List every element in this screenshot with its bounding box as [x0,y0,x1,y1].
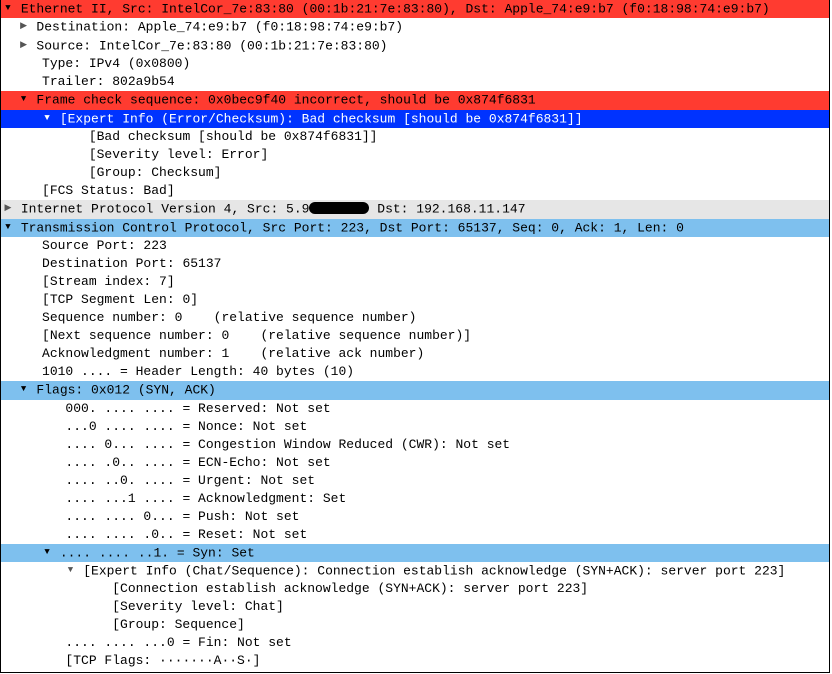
syn-expert-2: [Severity level: Chat] [112,599,284,614]
eth-type: Type: IPv4 (0x0800) [42,56,190,71]
flag-cwr-row[interactable]: .... 0... .... = Congestion Window Reduc… [1,436,829,454]
flag-reset-row[interactable]: .... .... .0.. = Reset: Not set [1,526,829,544]
flag-syn-row[interactable]: ▼ .... .... ..1. = Syn: Set [1,544,829,562]
tcp-seq: Sequence number: 0 (relative sequence nu… [42,310,416,325]
tcp-flags-header: Flags: 0x012 (SYN, ACK) [36,383,215,398]
eth-expert-1: [Bad checksum [should be 0x874f6831]] [89,129,378,144]
disclosure-down-icon[interactable]: ▼ [3,218,13,236]
eth-trailer: Trailer: 802a9b54 [42,74,175,89]
flag-reserved-row[interactable]: 000. .... .... = Reserved: Not set [1,400,829,418]
ip-header-row[interactable]: ▶ Internet Protocol Version 4, Src: 5.9 … [1,200,829,218]
eth-expert-header-row[interactable]: ▼ [Expert Info (Error/Checksum): Bad che… [1,110,829,128]
flag-fin-row[interactable]: .... .... ...0 = Fin: Not set [1,634,829,652]
eth-fcs-status: [FCS Status: Bad] [42,183,175,198]
syn-expert-header-row[interactable]: ▼ [Expert Info (Chat/Sequence): Connecti… [1,562,829,580]
flag-urg-row[interactable]: .... ..0. .... = Urgent: Not set [1,472,829,490]
tcp-srcport-row[interactable]: Source Port: 223 [1,237,829,255]
flag-urg: .... ..0. .... = Urgent: Not set [65,473,315,488]
tcp-ack: Acknowledgment number: 1 (relative ack n… [42,346,424,361]
tcp-stream: [Stream index: 7] [42,274,175,289]
syn-expert-1-row[interactable]: [Connection establish acknowledge (SYN+A… [1,580,829,598]
flag-reset: .... .... .0.. = Reset: Not set [65,527,307,542]
flag-reserved: 000. .... .... = Reserved: Not set [65,401,330,416]
eth-trailer-row[interactable]: Trailer: 802a9b54 [1,73,829,91]
syn-expert-3: [Group: Sequence] [112,617,245,632]
flag-ecn-row[interactable]: .... .0.. .... = ECN-Echo: Not set [1,454,829,472]
disclosure-down-icon[interactable]: ▼ [19,380,29,398]
eth-type-row[interactable]: Type: IPv4 (0x0800) [1,55,829,73]
tcp-flags-str: [TCP Flags: ·······A··S·] [65,653,260,668]
flag-nonce: ...0 .... .... = Nonce: Not set [65,419,307,434]
eth-dst-row[interactable]: ▶ Destination: Apple_74:e9:b7 (f0:18:98:… [1,18,829,36]
eth-header-row[interactable]: ▼ Ethernet II, Src: IntelCor_7e:83:80 (0… [1,0,829,18]
syn-expert-1: [Connection establish acknowledge (SYN+A… [112,581,588,596]
tcp-stream-row[interactable]: [Stream index: 7] [1,273,829,291]
tcp-hlen-row[interactable]: 1010 .... = Header Length: 40 bytes (10) [1,363,829,381]
ip-header-post: Dst: 192.168.11.147 [369,202,525,217]
tcp-dstport-row[interactable]: Destination Port: 65137 [1,255,829,273]
eth-expert-3-row[interactable]: [Group: Checksum] [1,164,829,182]
eth-expert-2: [Severity level: Error] [89,147,268,162]
tcp-seglen: [TCP Segment Len: 0] [42,292,198,307]
eth-dst: Destination: Apple_74:e9:b7 (f0:18:98:74… [36,20,403,35]
tcp-nseq-row[interactable]: [Next sequence number: 0 (relative seque… [1,327,829,345]
tcp-flags-str-row[interactable]: [TCP Flags: ·······A··S·] [1,652,829,670]
tcp-seq-row[interactable]: Sequence number: 0 (relative sequence nu… [1,309,829,327]
syn-expert-2-row[interactable]: [Severity level: Chat] [1,598,829,616]
flag-nonce-row[interactable]: ...0 .... .... = Nonce: Not set [1,418,829,436]
flag-fin: .... .... ...0 = Fin: Not set [65,635,291,650]
tcp-nseq: [Next sequence number: 0 (relative seque… [42,328,471,343]
tcp-seglen-row[interactable]: [TCP Segment Len: 0] [1,291,829,309]
flag-cwr: .... 0... .... = Congestion Window Reduc… [65,437,510,452]
eth-header: Ethernet II, Src: IntelCor_7e:83:80 (00:… [21,1,770,16]
disclosure-right-icon[interactable]: ▶ [19,36,29,54]
eth-expert-hdr: [Expert Info (Error/Checksum): Bad check… [60,111,583,126]
tcp-flags-header-row[interactable]: ▼ Flags: 0x012 (SYN, ACK) [1,381,829,399]
tcp-header: Transmission Control Protocol, Src Port:… [21,220,684,235]
disclosure-down-icon[interactable]: ▼ [42,109,52,127]
eth-fcs-row[interactable]: ▼ Frame check sequence: 0x0bec9f40 incor… [1,91,829,109]
tcp-dstport: Destination Port: 65137 [42,256,221,271]
disclosure-down-icon[interactable]: ▼ [65,561,75,579]
packet-details-panel: ▼ Ethernet II, Src: IntelCor_7e:83:80 (0… [0,0,830,673]
ip-header-pre: Internet Protocol Version 4, Src: 5.9 [21,202,310,217]
eth-expert-1-row[interactable]: [Bad checksum [should be 0x874f6831]] [1,128,829,146]
eth-expert-3: [Group: Checksum] [89,165,222,180]
tcp-hlen: 1010 .... = Header Length: 40 bytes (10) [42,364,354,379]
syn-expert-3-row[interactable]: [Group: Sequence] [1,616,829,634]
disclosure-down-icon[interactable]: ▼ [19,90,29,108]
flag-ack: .... ...1 .... = Acknowledgment: Set [65,491,346,506]
redacted-ip [309,202,369,214]
flag-ecn: .... .0.. .... = ECN-Echo: Not set [65,455,330,470]
flag-ack-row[interactable]: .... ...1 .... = Acknowledgment: Set [1,490,829,508]
tcp-srcport: Source Port: 223 [42,238,167,253]
disclosure-down-icon[interactable]: ▼ [3,0,13,17]
flag-push-row[interactable]: .... .... 0... = Push: Not set [1,508,829,526]
tcp-header-row[interactable]: ▼ Transmission Control Protocol, Src Por… [1,219,829,237]
eth-fcs-status-row[interactable]: [FCS Status: Bad] [1,182,829,200]
eth-expert-2-row[interactable]: [Severity level: Error] [1,146,829,164]
flag-syn: .... .... ..1. = Syn: Set [60,545,255,560]
tcp-ack-row[interactable]: Acknowledgment number: 1 (relative ack n… [1,345,829,363]
disclosure-right-icon[interactable]: ▶ [19,17,29,35]
eth-src-row[interactable]: ▶ Source: IntelCor_7e:83:80 (00:1b:21:7e… [1,37,829,55]
disclosure-right-icon[interactable]: ▶ [3,199,13,217]
eth-fcs: Frame check sequence: 0x0bec9f40 incorre… [36,93,535,108]
eth-src: Source: IntelCor_7e:83:80 (00:1b:21:7e:8… [36,38,387,53]
disclosure-down-icon[interactable]: ▼ [42,543,52,561]
syn-expert-hdr: [Expert Info (Chat/Sequence): Connection… [83,563,785,578]
flag-push: .... .... 0... = Push: Not set [65,509,299,524]
